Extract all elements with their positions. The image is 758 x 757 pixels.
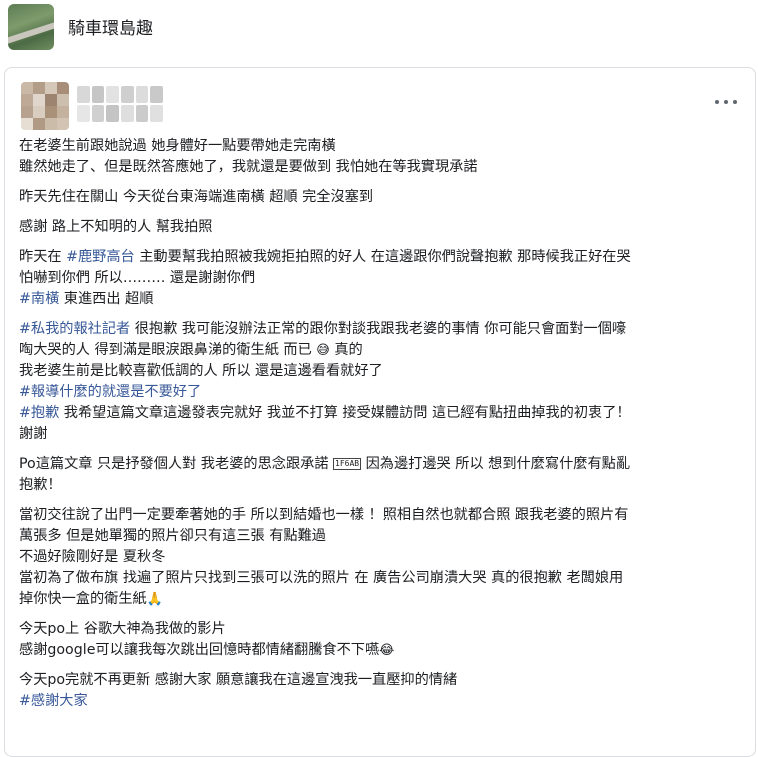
post-text: 當初交往說了出門一定要牽著她的手 所以到結婚也一樣 ！照相自然也就都合照 跟我老…: [19, 507, 629, 523]
post-text: 當初為了做布旗 找遍了照片只找到三張可以洗的照片 在 廣告公司崩潰大哭 真的很抱…: [19, 570, 624, 586]
post-line: Po這篇文章 只是抒發個人對 我老婆的思念跟承諾 1F6AB 因為邊打邊哭 所以…: [19, 454, 749, 475]
emoji-icon: 😅: [316, 343, 330, 358]
post-text: 不過好險剛好是 夏秋冬: [19, 549, 166, 565]
post-line: 怕嚇到你們 所以……… 還是謝謝你們: [19, 268, 749, 289]
post-line: #私我的報社記者 很抱歉 我可能沒辦法正常的跟你對談我跟我老婆的事情 你可能只會…: [19, 319, 749, 340]
post-line: 啕大哭的人 得到滿是眼淚跟鼻涕的衛生紙 而已 😅 真的: [19, 340, 749, 361]
post-line: 掉你快一盒的衛生紙🙏: [19, 589, 749, 610]
post-line: 抱歉！: [19, 475, 749, 496]
post-line: 當初為了做布旗 找遍了照片只找到三張可以洗的照片 在 廣告公司崩潰大哭 真的很抱…: [19, 568, 749, 589]
post-text: 啕大哭的人 得到滿是眼淚跟鼻涕的衛生紙 而已: [19, 342, 317, 358]
post-text: 謝謝: [19, 426, 48, 442]
post-text: Po這篇文章 只是抒發個人對 我老婆的思念跟承諾: [19, 456, 334, 472]
post-text: 今天po完就不再更新 感謝大家 願意讓我在這邊宣洩我一直壓抑的情緒: [19, 672, 458, 688]
post-line: 感謝 路上不知明的人 幫我拍照: [19, 217, 749, 238]
hashtag-link[interactable]: #報導什麼的就還是不要好了: [19, 384, 201, 400]
post-content: 在老婆生前跟她說過 她身體好一點要帶她走完南橫雖然她走了、但是既然答應她了，我就…: [19, 136, 749, 721]
group-header: 騎車環島趣: [0, 0, 758, 56]
post-paragraph: 今天po上 谷歌大神為我做的影片感謝google可以讓我每次跳出回憶時都情緒翻騰…: [19, 619, 749, 661]
post-line: 萬張多 但是她單獨的照片卻只有這三張 有點難過: [19, 526, 749, 547]
post-paragraph: 昨天在 #鹿野高台 主動要幫我拍照被我婉拒拍照的好人 在這邊跟你們說聲抱歉 那時…: [19, 247, 749, 310]
post-line: #報導什麼的就還是不要好了: [19, 382, 749, 403]
post-line: 謝謝: [19, 424, 749, 445]
post-text: 掉你快一盒的衛生紙: [19, 591, 147, 607]
hashtag-link[interactable]: #感謝大家: [19, 693, 88, 709]
hashtag-link[interactable]: #私我的報社記者: [19, 321, 130, 337]
post-line: 感謝google可以讓我每次跳出回憶時都情緒翻騰食不下嚥😂: [19, 640, 749, 661]
post-text: 主動要幫我拍照被我婉拒拍照的好人 在這邊跟你們說聲抱歉 那時候我正好在哭: [134, 249, 631, 265]
post-text: 今天po上 谷歌大神為我做的影片: [19, 621, 226, 637]
post-text: 雖然她走了、但是既然答應她了，我就還是要做到 我怕她在等我實現承諾: [19, 159, 478, 175]
post-paragraph: #私我的報社記者 很抱歉 我可能沒辦法正常的跟你對談我跟我老婆的事情 你可能只會…: [19, 319, 749, 445]
group-name[interactable]: 騎車環島趣: [68, 14, 153, 39]
group-avatar[interactable]: [8, 4, 54, 50]
missing-glyph-icon: 1F6AB: [333, 458, 362, 470]
post-line: #抱歉 我希望這篇文章這邊發表完就好 我並不打算 接受媒體訪問 這已經有點扭曲掉…: [19, 403, 749, 424]
post-line: 雖然她走了、但是既然答應她了，我就還是要做到 我怕她在等我實現承諾: [19, 157, 749, 178]
post-text: 因為邊打邊哭 所以 想到什麼寫什麼有點亂: [361, 456, 631, 472]
post-text: 真的: [329, 342, 363, 358]
post-paragraph: 感謝 路上不知明的人 幫我拍照: [19, 217, 749, 238]
more-options-icon[interactable]: [715, 98, 737, 106]
post-text: 昨天先住在關山 今天從台東海端進南橫 超順 完全沒塞到: [19, 189, 374, 205]
post-line: 今天po完就不再更新 感謝大家 願意讓我在這邊宣洩我一直壓抑的情緒: [19, 670, 749, 691]
post-text: 東進西出 超順: [59, 291, 154, 307]
post-paragraph: 在老婆生前跟她說過 她身體好一點要帶她走完南橫雖然她走了、但是既然答應她了，我就…: [19, 136, 749, 178]
hashtag-link[interactable]: #抱歉: [19, 405, 59, 421]
post-line: 在老婆生前跟她說過 她身體好一點要帶她走完南橫: [19, 136, 749, 157]
post-text: 感謝google可以讓我每次跳出回憶時都情緒翻騰食不下嚥: [19, 642, 380, 658]
post-text: 我希望這篇文章這邊發表完就好 我並不打算 接受媒體訪問 這已經有點扭曲掉我的初衷…: [59, 405, 631, 421]
post-paragraph: Po這篇文章 只是抒發個人對 我老婆的思念跟承諾 1F6AB 因為邊打邊哭 所以…: [19, 454, 749, 496]
author-name-blurred[interactable]: [77, 86, 163, 122]
author-avatar-blurred[interactable]: [21, 82, 69, 130]
post-card: 在老婆生前跟她說過 她身體好一點要帶她走完南橫雖然她走了、但是既然答應她了，我就…: [4, 67, 756, 757]
post-text: 萬張多 但是她單獨的照片卻只有這三張 有點難過: [19, 528, 326, 544]
post-line: 不過好險剛好是 夏秋冬: [19, 547, 749, 568]
post-text: 很抱歉 我可能沒辦法正常的跟你對談我跟我老婆的事情 你可能只會面對一個嚎: [130, 321, 627, 337]
post-text: 感謝 路上不知明的人 幫我拍照: [19, 219, 213, 235]
hashtag-link[interactable]: #鹿野高台: [66, 249, 135, 265]
post-line: 我老婆生前是比較喜歡低調的人 所以 還是這邊看看就好了: [19, 361, 749, 382]
post-line: 昨天在 #鹿野高台 主動要幫我拍照被我婉拒拍照的好人 在這邊跟你們說聲抱歉 那時…: [19, 247, 749, 268]
post-line: #南橫 東進西出 超順: [19, 289, 749, 310]
post-text: 在老婆生前跟她說過 她身體好一點要帶她走完南橫: [19, 138, 336, 154]
post-line: 當初交往說了出門一定要牽著她的手 所以到結婚也一樣 ！照相自然也就都合照 跟我老…: [19, 505, 749, 526]
post-text: 抱歉！: [19, 477, 62, 493]
post-text: 怕嚇到你們 所以……… 還是謝謝你們: [19, 270, 256, 286]
post-paragraph: 昨天先住在關山 今天從台東海端進南橫 超順 完全沒塞到: [19, 187, 749, 208]
post-line: 昨天先住在關山 今天從台東海端進南橫 超順 完全沒塞到: [19, 187, 749, 208]
post-paragraph: 當初交往說了出門一定要牽著她的手 所以到結婚也一樣 ！照相自然也就都合照 跟我老…: [19, 505, 749, 610]
post-text: 我老婆生前是比較喜歡低調的人 所以 還是這邊看看就好了: [19, 363, 383, 379]
post-paragraph: 今天po完就不再更新 感謝大家 願意讓我在這邊宣洩我一直壓抑的情緒 #感謝大家: [19, 670, 749, 712]
hashtag-link[interactable]: #南橫: [19, 291, 59, 307]
post-line: #感謝大家: [19, 691, 749, 712]
post-text: 昨天在: [19, 249, 67, 265]
post-line: 今天po上 谷歌大神為我做的影片: [19, 619, 749, 640]
emoji-icon: 🙏: [146, 592, 163, 607]
emoji-icon: 😂: [379, 643, 395, 658]
